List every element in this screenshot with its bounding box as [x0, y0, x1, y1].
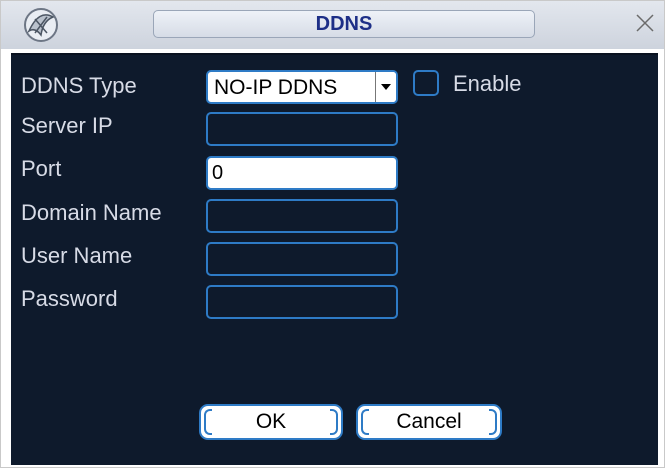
domain-name-label: Domain Name [21, 200, 162, 225]
domain-name-field[interactable] [206, 199, 398, 233]
ok-button[interactable]: OK [199, 404, 343, 440]
enable-label: Enable [453, 71, 522, 96]
settings-panel: DDNS Type NO-IP DDNS Enable Server IP Po… [11, 53, 658, 465]
password-field[interactable] [206, 285, 398, 319]
title-bar: DDNS [1, 1, 664, 49]
ddns-type-value: NO-IP DDNS [214, 76, 338, 99]
app-logo-icon [24, 8, 58, 42]
enable-checkbox[interactable] [413, 70, 439, 96]
dialog-title: DDNS [153, 10, 535, 38]
port-label: Port [21, 156, 62, 181]
close-icon [636, 14, 654, 32]
user-name-label: User Name [21, 243, 133, 268]
port-field[interactable] [206, 156, 398, 190]
ddns-dialog: DDNS DDNS Type NO-IP DDNS Enable Server … [0, 0, 665, 468]
ddns-type-label: DDNS Type [21, 73, 137, 98]
password-label: Password [21, 286, 118, 311]
ddns-type-select[interactable]: NO-IP DDNS [206, 70, 398, 104]
cancel-button[interactable]: Cancel [356, 404, 502, 440]
close-button[interactable] [633, 11, 657, 35]
server-ip-label: Server IP [21, 113, 113, 138]
user-name-field[interactable] [206, 242, 398, 276]
server-ip-field[interactable] [206, 112, 398, 146]
chevron-down-icon[interactable] [375, 72, 396, 102]
